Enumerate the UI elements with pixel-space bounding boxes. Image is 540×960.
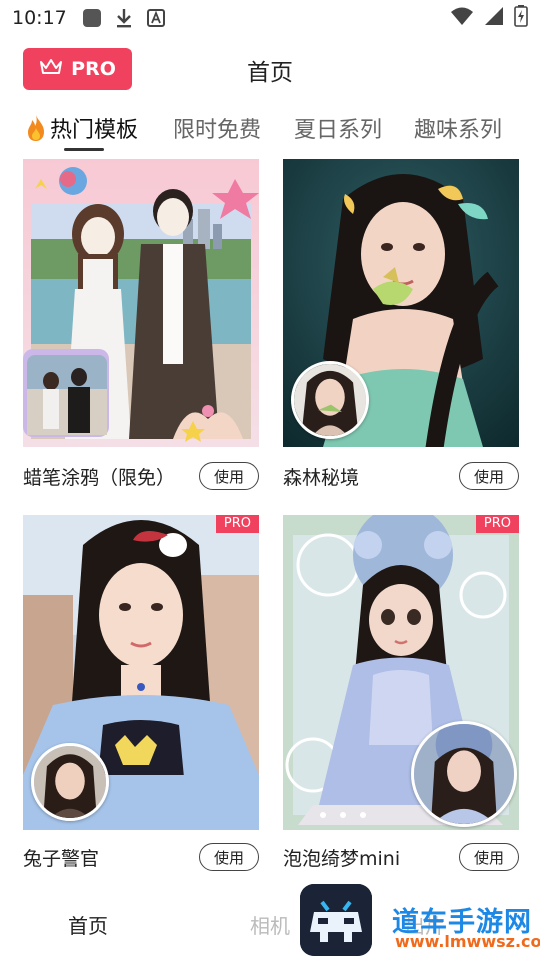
template-card[interactable]: 森林秘境 使用 — [283, 159, 519, 503]
preview-avatar — [411, 721, 517, 827]
use-button[interactable]: 使用 — [199, 462, 259, 490]
template-thumbnail[interactable]: PRO — [283, 515, 519, 830]
page-title: 首页 — [247, 60, 293, 86]
a-badge-icon — [145, 7, 167, 29]
template-card[interactable]: PRO 兔子警官 使用 — [23, 515, 259, 885]
category-tabs: 热门模板 限时免费 夏日系列 趣味系列 — [0, 108, 540, 156]
preview-avatar — [291, 361, 369, 439]
template-card[interactable]: PRO 泡泡绮梦mini 使用 — [283, 515, 519, 885]
crayon-couple-illustration — [23, 159, 259, 447]
tab-label: 趣味系列 — [414, 118, 503, 143]
tab-limited-free[interactable]: 限时免费 — [173, 112, 261, 144]
signal-icon — [484, 6, 504, 30]
card-footer: 兔子警官 使用 — [23, 829, 259, 885]
watermark-url: www.lmwwsz.com — [395, 932, 540, 951]
notification-square-icon — [81, 7, 103, 29]
card-footer: 蜡笔涂鸦（限免） 使用 — [23, 447, 259, 503]
card-title: 泡泡绮梦mini — [283, 848, 401, 870]
fire-icon — [24, 114, 50, 142]
status-bar: 10:17 — [0, 0, 540, 36]
wifi-icon — [450, 6, 474, 30]
tab-fun-series[interactable]: 趣味系列 — [414, 112, 502, 144]
nav-home[interactable]: 首页 — [68, 910, 108, 939]
tab-label: 热门模板 — [50, 118, 139, 143]
tab-active-indicator — [64, 148, 104, 151]
template-thumbnail[interactable] — [283, 159, 519, 447]
preview-avatar — [31, 743, 109, 821]
card-footer: 森林秘境 使用 — [283, 447, 519, 503]
use-button[interactable]: 使用 — [199, 843, 259, 871]
tab-hot-templates[interactable]: 热门模板 — [24, 112, 138, 144]
card-footer: 泡泡绮梦mini 使用 — [283, 829, 519, 885]
nav-camera[interactable]: 相机 — [250, 910, 290, 939]
card-title: 蜡笔涂鸦（限免） — [23, 467, 176, 489]
template-card[interactable]: 蜡笔涂鸦（限免） 使用 — [23, 159, 259, 503]
card-title: 兔子警官 — [23, 848, 100, 870]
use-button[interactable]: 使用 — [459, 462, 519, 490]
template-thumbnail[interactable] — [23, 159, 259, 447]
battery-icon — [514, 5, 528, 31]
pro-badge: PRO — [215, 515, 259, 533]
tab-label: 限时免费 — [173, 118, 262, 143]
card-title: 森林秘境 — [283, 467, 360, 489]
template-thumbnail[interactable]: PRO — [23, 515, 259, 830]
watermark-logo — [300, 884, 372, 956]
use-button[interactable]: 使用 — [459, 843, 519, 871]
header: PRO 首页 — [0, 44, 540, 94]
tab-label: 夏日系列 — [294, 118, 383, 143]
tab-summer-series[interactable]: 夏日系列 — [294, 112, 382, 144]
download-icon — [113, 7, 135, 29]
status-time: 10:17 — [12, 7, 67, 29]
pro-badge: PRO — [475, 515, 519, 533]
